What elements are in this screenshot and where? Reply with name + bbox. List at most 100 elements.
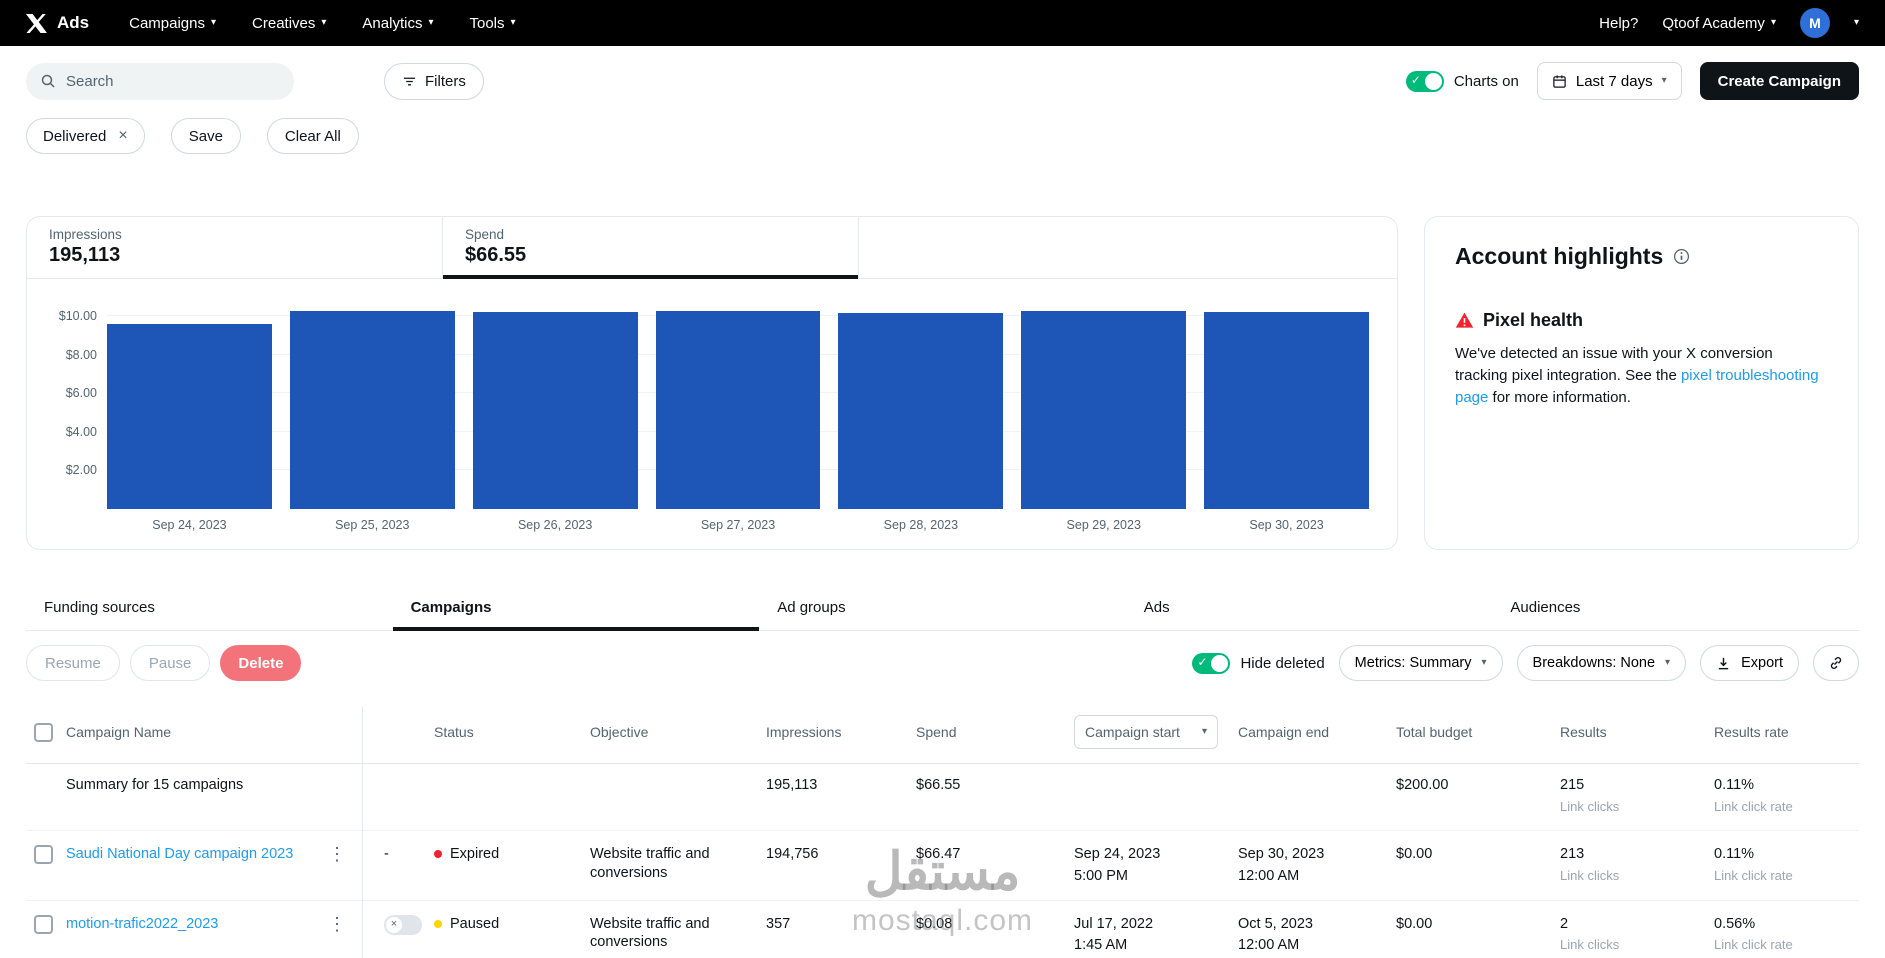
results-cell: 2Link clicks (1560, 915, 1714, 955)
resume-button[interactable]: Resume (26, 645, 120, 681)
col-total-budget[interactable]: Total budget (1396, 723, 1560, 741)
spend-cell: $66.47 (916, 845, 1074, 864)
summary-label: Summary for 15 campaigns (66, 776, 362, 795)
row-checkbox[interactable] (34, 915, 53, 934)
nav-menu: Campaigns▾ Creatives▾ Analytics▾ Tools▾ (129, 15, 515, 32)
row-checkbox[interactable] (34, 845, 53, 864)
campaign-end-cell: Oct 5, 202312:00 AM (1238, 915, 1396, 956)
filters-button[interactable]: Filters (384, 63, 484, 100)
search-box[interactable] (26, 63, 294, 100)
col-spend[interactable]: Spend (916, 723, 1074, 741)
tab-campaigns[interactable]: Campaigns (393, 588, 760, 630)
x-tick-label: Sep 28, 2023 (838, 518, 1003, 532)
campaign-name-link[interactable]: Saudi National Day campaign 2023 (66, 845, 293, 864)
charts-toggle[interactable]: ✓ (1406, 71, 1444, 92)
search-icon (40, 73, 56, 89)
x-tick-label: Sep 30, 2023 (1204, 518, 1369, 532)
search-input[interactable] (66, 73, 280, 90)
kebab-menu-icon[interactable]: ⋮ (328, 845, 346, 863)
summary-results: 215 Link clicks (1560, 776, 1714, 816)
campaign-end-cell: Sep 30, 202312:00 AM (1238, 845, 1396, 886)
save-filters-button[interactable]: Save (171, 118, 241, 154)
metric-value: $66.55 (465, 244, 836, 267)
tab-audiences[interactable]: Audiences (1492, 588, 1859, 630)
status-dot (434, 850, 442, 858)
kebab-menu-icon[interactable]: ⋮ (328, 915, 346, 933)
toggle-placeholder: - (384, 846, 389, 862)
nav-item-campaigns[interactable]: Campaigns▾ (129, 15, 216, 32)
tab-ad-groups[interactable]: Ad groups (759, 588, 1126, 630)
tab-funding-sources[interactable]: Funding sources (26, 588, 393, 630)
avatar[interactable]: M (1800, 8, 1830, 38)
col-campaign-end[interactable]: Campaign end (1238, 723, 1396, 741)
col-objective[interactable]: Objective (590, 723, 766, 741)
copy-link-button[interactable] (1813, 645, 1859, 681)
nav-item-creatives[interactable]: Creatives▾ (252, 15, 326, 32)
col-results[interactable]: Results (1560, 723, 1714, 741)
pause-button[interactable]: Pause (130, 645, 211, 681)
status-dot (434, 920, 442, 928)
bar-sep-30-2023 (1204, 312, 1369, 509)
account-highlights-card: Account highlights Pixel health We've de… (1424, 216, 1859, 550)
y-tick-label: $8.00 (66, 348, 97, 362)
hide-deleted-label: Hide deleted (1240, 655, 1324, 672)
filters-icon (402, 74, 417, 89)
create-campaign-button[interactable]: Create Campaign (1700, 62, 1859, 100)
metrics-select[interactable]: Metrics: Summary ▾ (1339, 645, 1503, 681)
academy-menu[interactable]: Qtoof Academy ▾ (1662, 15, 1776, 32)
x-tick-label: Sep 27, 2023 (656, 518, 821, 532)
objective-cell: Website traffic and conversions (590, 845, 766, 883)
clear-all-button[interactable]: Clear All (267, 118, 359, 154)
link-icon (1828, 655, 1844, 671)
chevron-down-icon: ▾ (428, 18, 433, 28)
campaign-toggle-off[interactable]: × (384, 915, 422, 935)
x-logo-icon[interactable] (26, 13, 47, 34)
breakdowns-select[interactable]: Breakdowns: None ▾ (1517, 645, 1687, 681)
spend-cell: $0.08 (916, 915, 1074, 934)
nav-item-tools[interactable]: Tools▾ (469, 15, 515, 32)
nav-item-analytics[interactable]: Analytics▾ (362, 15, 433, 32)
chevron-down-icon: ▾ (1662, 76, 1667, 86)
filter-chip-delivered[interactable]: Delivered × (26, 118, 145, 154)
table-body: Saudi National Day campaign 2023⋮-Expire… (26, 831, 1859, 958)
campaign-start-sort[interactable]: Campaign start ▾ (1074, 715, 1218, 749)
objective-cell: Website traffic and conversions (590, 915, 766, 953)
col-campaign-name[interactable]: Campaign Name (66, 723, 362, 741)
column-divider (362, 707, 363, 958)
account-chevron-icon[interactable]: ▾ (1854, 18, 1859, 28)
campaign-name-link[interactable]: motion-trafic2022_2023 (66, 915, 218, 934)
col-status[interactable]: Status (434, 723, 590, 741)
nav-right: Help? Qtoof Academy ▾ M ▾ (1599, 8, 1859, 38)
y-tick-label: $2.00 (66, 463, 97, 477)
bar-sep-26-2023 (473, 312, 638, 509)
close-icon[interactable]: × (118, 128, 127, 144)
chevron-down-icon: ▾ (1482, 658, 1487, 668)
col-results-rate[interactable]: Results rate (1714, 723, 1859, 741)
table-row: motion-trafic2022_2023⋮×PausedWebsite tr… (26, 901, 1859, 958)
chevron-down-icon: ▾ (1771, 18, 1776, 28)
chevron-down-icon: ▾ (321, 18, 326, 28)
toggle-x-icon: × (386, 917, 402, 933)
info-icon[interactable] (1673, 248, 1690, 265)
select-all-checkbox[interactable] (34, 723, 53, 742)
col-impressions[interactable]: Impressions (766, 723, 916, 741)
charts-toggle-label: Charts on (1454, 73, 1519, 90)
metric-label: Spend (465, 227, 836, 242)
export-button[interactable]: Export (1700, 645, 1799, 681)
delete-button[interactable]: Delete (220, 645, 301, 681)
tab-ads[interactable]: Ads (1126, 588, 1493, 630)
total-budget-cell: $0.00 (1396, 915, 1560, 934)
calendar-icon (1552, 74, 1567, 89)
x-tick-label: Sep 25, 2023 (290, 518, 455, 532)
y-tick-label: $4.00 (66, 425, 97, 439)
chart-y-axis: $2.00$4.00$6.00$8.00$10.00 (43, 301, 107, 509)
help-link[interactable]: Help? (1599, 15, 1638, 32)
metric-tab-impressions[interactable]: Impressions195,113 (27, 217, 443, 278)
chart-x-axis: Sep 24, 2023Sep 25, 2023Sep 26, 2023Sep … (107, 518, 1369, 532)
hide-deleted-toggle[interactable]: ✓ (1192, 653, 1230, 674)
check-icon: ✓ (1411, 74, 1421, 86)
impressions-cell: 357 (766, 915, 916, 934)
date-range-button[interactable]: Last 7 days ▾ (1537, 62, 1682, 100)
metric-tab-spend[interactable]: Spend $66.55 (443, 217, 859, 278)
bar-sep-24-2023 (107, 324, 272, 509)
